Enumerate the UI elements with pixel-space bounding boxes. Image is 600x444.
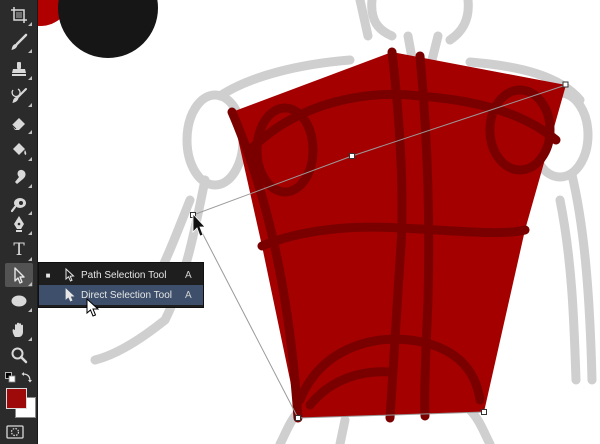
swap-colors-icon[interactable] [21,371,33,383]
eraser-tool[interactable] [5,111,33,135]
blur-tool-icon [15,169,26,184]
zoom-tool[interactable] [5,343,33,367]
shortcut-key: A [185,269,192,281]
brush-preview-black [58,0,158,58]
type-tool[interactable]: T [5,238,33,262]
shortcut-key: A [185,289,192,301]
path-selection-icon [65,268,75,282]
mouse-pointer-icon [86,298,100,317]
hand-tool[interactable] [5,318,33,342]
ellipse-tool-icon [11,295,27,307]
document-canvas[interactable] [0,0,600,444]
quick-mask-icon[interactable] [6,425,24,439]
anchor-point[interactable] [349,153,355,159]
path-selection-tool[interactable] [5,263,33,287]
brush-tool-icon [11,33,28,50]
paint-bucket-tool-icon [13,143,27,155]
current-tool-bullet: ■ [45,270,51,280]
menu-item-label: Path Selection Tool [81,269,167,281]
anchor-point[interactable] [295,415,301,421]
clone-stamp-tool-icon [12,62,26,76]
type-tool-icon: T [13,240,25,260]
history-brush-tool-icon [11,88,27,103]
direct-selection-icon [65,288,74,302]
foreground-color-swatch[interactable] [6,388,27,409]
pen-tool[interactable] [5,212,33,236]
anchor-point[interactable] [481,409,487,415]
path-selection-tool-icon [14,267,25,284]
anchor-point[interactable] [562,81,569,88]
brush-tool[interactable] [5,30,33,54]
blur-tool[interactable] [5,165,33,189]
eraser-tool-icon [11,118,25,130]
pen-tool-icon [14,216,24,232]
paint-bucket-tool[interactable] [5,138,33,162]
crop-tool-icon [11,7,27,23]
tools-panel: T [0,0,38,444]
crop-tool[interactable] [5,3,33,27]
hand-tool-icon [12,322,23,337]
menu-item-path-selection[interactable]: ■ Path Selection Tool A [39,265,203,285]
zoom-tool-icon [11,347,28,364]
tool-flyout-menu: ■ Path Selection Tool A Direct Selection… [38,262,204,308]
clone-stamp-tool[interactable] [5,57,33,81]
dodge-tool-icon [10,198,26,213]
default-colors-icon[interactable] [5,372,17,384]
ellipse-tool[interactable] [5,289,33,313]
history-brush-tool[interactable] [5,84,33,108]
menu-item-direct-selection[interactable]: Direct Selection Tool A [39,285,203,305]
